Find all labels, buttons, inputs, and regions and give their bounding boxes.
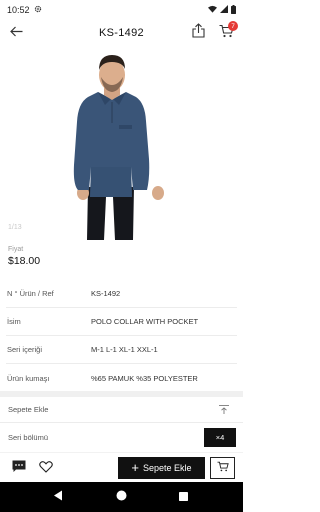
series-section[interactable]: Seri bölümü ×4 — [0, 424, 243, 450]
mini-cart-button[interactable] — [210, 457, 235, 479]
status-time: 10:52 — [7, 5, 30, 15]
price-block: Fiyat $18.00 — [8, 246, 40, 267]
price-label: Fiyat — [8, 246, 24, 253]
spec-value: %65 PAMUK %35 POLYESTER — [91, 373, 198, 383]
spec-row-ref: N ° Ürün / Ref KS-1492 — [6, 280, 237, 308]
spec-label: İsim — [7, 317, 21, 326]
signal-icon — [220, 5, 228, 15]
gear-icon — [34, 5, 42, 15]
triangle-back-icon — [53, 488, 63, 506]
spec-row-fabric: Ürün kumaşı %65 PAMUK %35 POLYESTER — [6, 364, 237, 392]
nav-back-button[interactable] — [52, 488, 64, 506]
system-nav-bar — [0, 482, 243, 512]
nav-home-button[interactable] — [115, 488, 127, 506]
spec-label: N ° Ürün / Ref — [7, 289, 54, 298]
spec-value: M-1 L-1 XL-1 XXL-1 — [91, 345, 158, 354]
spec-row-series: Seri içeriği M-1 L-1 XL-1 XXL-1 — [6, 336, 237, 364]
spec-table: N ° Ürün / Ref KS-1492 İsim POLO COLLAR … — [0, 280, 243, 392]
cart-badge: 7 — [228, 21, 238, 31]
status-bar: 10:52 — [0, 0, 243, 20]
spec-label: Ürün kumaşı — [7, 373, 50, 383]
share-button[interactable] — [187, 22, 209, 44]
image-counter: 1/13 — [8, 224, 22, 231]
series-section-label: Seri bölümü — [8, 432, 49, 442]
plus-icon: + — [131, 460, 140, 475]
battery-icon — [231, 4, 236, 16]
spec-value: KS-1492 — [91, 289, 121, 298]
favorite-button[interactable] — [39, 460, 55, 476]
price-value: $18.00 — [8, 255, 41, 267]
square-recents-icon — [178, 488, 188, 506]
add-to-cart-label: Sepete Ekle — [143, 463, 192, 473]
chat-button[interactable] — [12, 460, 30, 476]
spec-row-name: İsim POLO COLLAR WITH POCKET — [6, 308, 237, 336]
add-to-cart-section[interactable]: Sepete Ekle — [0, 397, 243, 423]
share-icon — [191, 23, 205, 43]
cart-icon — [217, 459, 229, 477]
wifi-icon — [208, 5, 217, 15]
arrow-left-icon — [9, 24, 23, 42]
chat-icon — [12, 460, 26, 477]
cart-button[interactable]: 7 — [214, 21, 238, 44]
heart-icon — [39, 460, 53, 477]
product-photo — [73, 55, 164, 240]
spec-label: Seri içeriği — [7, 345, 43, 354]
nav-recents-button[interactable] — [177, 491, 189, 503]
back-button[interactable] — [6, 23, 26, 43]
series-quantity-button[interactable]: ×4 — [204, 428, 236, 447]
add-to-cart-section-label: Sepete Ekle — [8, 405, 49, 414]
add-to-cart-button[interactable]: + Sepete Ekle — [118, 457, 205, 479]
collapse-icon[interactable] — [219, 401, 229, 419]
bottom-action-bar: + Sepete Ekle — [0, 452, 243, 482]
spec-value: POLO COLLAR WITH POCKET — [91, 317, 199, 326]
circle-home-icon — [116, 488, 127, 506]
app-bar: KS-1492 7 — [0, 20, 243, 46]
product-image[interactable] — [0, 47, 243, 242]
